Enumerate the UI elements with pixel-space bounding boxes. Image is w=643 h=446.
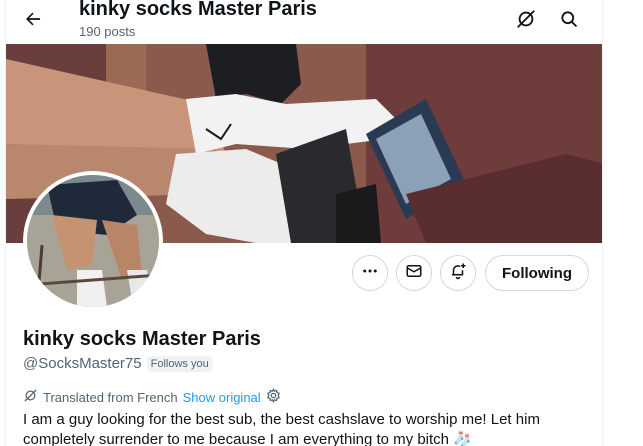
profile-column: kinky socks Master Paris 190 posts Follo… [5,0,603,446]
mail-icon [405,262,423,285]
more-icon [361,262,379,285]
translate-off-icon [515,8,537,35]
following-button[interactable]: Following [485,255,589,291]
translated-from-label: Translated from French [43,389,178,405]
search-icon [559,9,579,34]
avatar[interactable] [23,171,163,311]
posts-count: 190 posts [79,24,136,39]
handle: @SocksMaster75 [23,355,142,372]
follows-you-badge: Follows you [146,355,213,372]
translation-row: Translated from French Show original [23,387,281,406]
handle-row: @SocksMaster75 Follows you [23,355,213,372]
message-button[interactable] [396,255,432,291]
right-background [604,0,643,446]
gear-icon[interactable] [266,387,281,406]
display-name: kinky socks Master Paris [23,328,261,350]
notify-button[interactable] [440,255,476,291]
show-original-link[interactable]: Show original [183,390,261,405]
profile-bio: I am a guy looking for the best sub, the… [23,411,540,446]
more-button[interactable] [352,255,388,291]
back-button[interactable] [16,4,50,38]
bell-plus-icon [449,262,467,285]
translate-button[interactable] [509,4,543,38]
avatar-image [27,175,159,307]
translate-off-icon [23,388,38,406]
arrow-left-icon [23,9,43,34]
top-bar: kinky socks Master Paris 190 posts [6,0,602,44]
search-button[interactable] [552,4,586,38]
page-title: kinky socks Master Paris [79,0,317,20]
